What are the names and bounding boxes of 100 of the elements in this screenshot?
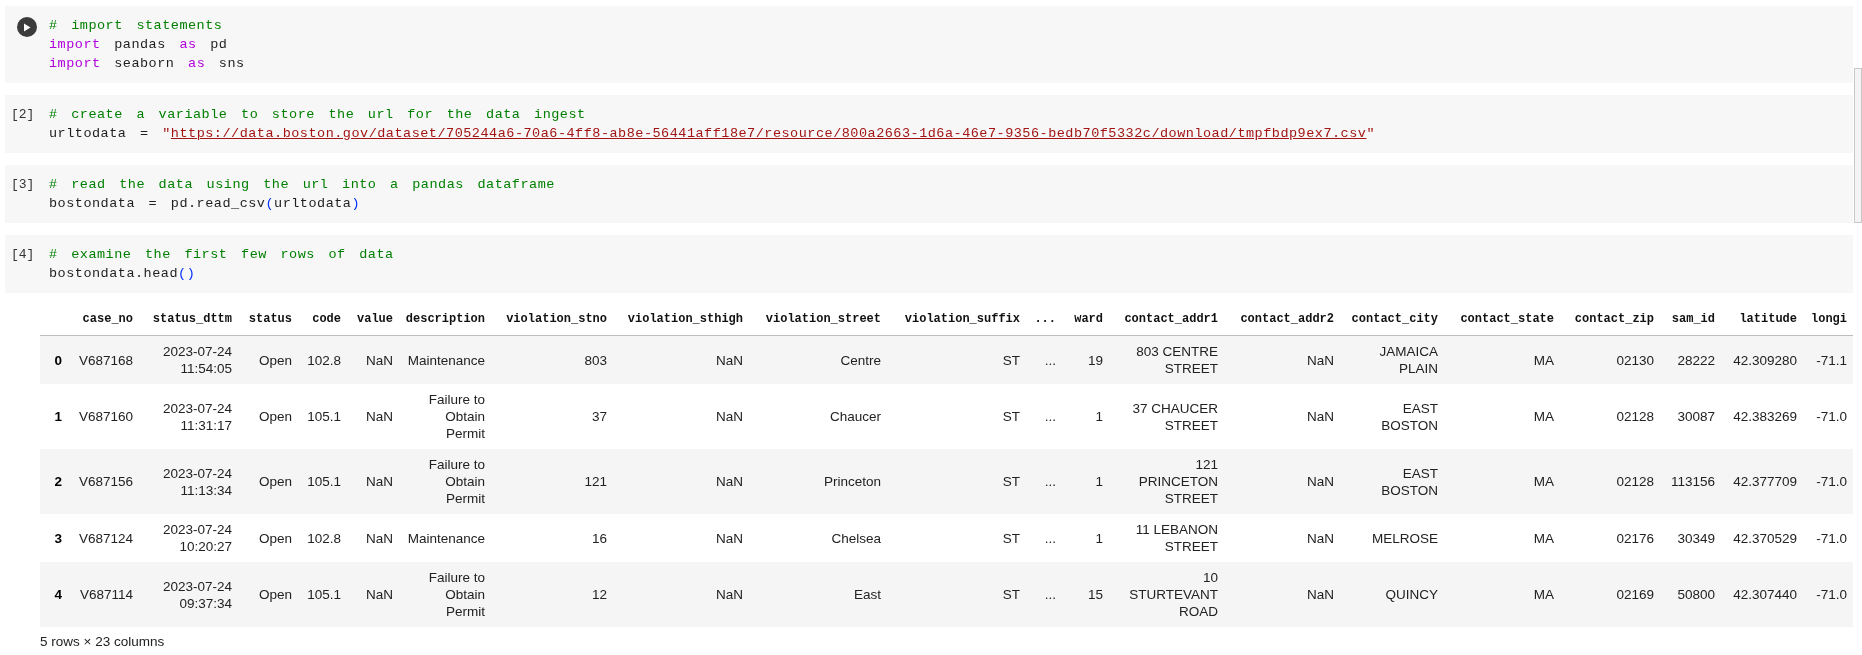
table-cell: -71.0 — [1803, 562, 1853, 627]
table-cell: 102.8 — [298, 335, 347, 384]
table-cell: NaN — [1224, 449, 1340, 514]
table-cell: EAST BOSTON — [1340, 384, 1444, 449]
run-button[interactable] — [17, 17, 37, 37]
table-cell: MA — [1444, 514, 1560, 562]
table-cell: 30087 — [1660, 384, 1721, 449]
table-cell: NaN — [613, 449, 749, 514]
table-cell: ... — [1026, 562, 1062, 627]
code-line: import pandas as pd — [49, 36, 229, 54]
table-cell: NaN — [347, 384, 399, 449]
table-cell: NaN — [1224, 384, 1340, 449]
table-cell: 16 — [491, 514, 613, 562]
table-cell: 02128 — [1560, 384, 1660, 449]
table-cell: NaN — [613, 562, 749, 627]
table-cell: MA — [1444, 449, 1560, 514]
table-cell: 12 — [491, 562, 613, 627]
table-cell: MA — [1444, 562, 1560, 627]
table-cell: 2023-07-24 09:37:34 — [139, 562, 238, 627]
column-header: contact_addr1 — [1109, 303, 1224, 336]
row-index: 3 — [40, 514, 68, 562]
table-cell: NaN — [1224, 514, 1340, 562]
table-cell: 105.1 — [298, 449, 347, 514]
table-cell: MELROSE — [1340, 514, 1444, 562]
table-cell: 803 CENTRE STREET — [1109, 335, 1224, 384]
play-icon — [23, 22, 31, 32]
table-cell: -71.0 — [1803, 514, 1853, 562]
table-cell: NaN — [613, 335, 749, 384]
table-cell: 121 PRINCETON STREET — [1109, 449, 1224, 514]
table-cell: Open — [238, 562, 298, 627]
code-cell[interactable]: [4] # examine the first few rows of data bostondata.head() — [5, 235, 1853, 293]
table-cell: Chelsea — [749, 514, 887, 562]
column-header: code — [298, 303, 347, 336]
column-header: status — [238, 303, 298, 336]
table-cell: V687168 — [68, 335, 139, 384]
table-cell: MA — [1444, 335, 1560, 384]
execution-count: [2] — [11, 106, 35, 124]
table-cell: -71.0 — [1803, 449, 1853, 514]
table-cell: 102.8 — [298, 514, 347, 562]
code-cell[interactable]: [3] # read the data using the url into a pandas dataframe bostondata = pd.read_csv(urltodata) — [5, 165, 1853, 223]
table-cell: NaN — [347, 562, 399, 627]
table-cell: East — [749, 562, 887, 627]
table-cell: V687160 — [68, 384, 139, 449]
table-cell: NaN — [347, 449, 399, 514]
table-cell: Failure to Obtain Permit — [399, 384, 491, 449]
table-cell: 10 STURTEVANT ROAD — [1109, 562, 1224, 627]
code-cell[interactable] — [5, 95, 1853, 153]
table-summary: 5 rows × 23 columns — [40, 633, 166, 651]
column-header: description — [399, 303, 491, 336]
table-cell: NaN — [613, 384, 749, 449]
table-cell: 37 — [491, 384, 613, 449]
table-cell: 1 — [1062, 514, 1109, 562]
table-cell: Princeton — [749, 449, 887, 514]
column-header: ... — [1026, 303, 1062, 336]
table-cell: ... — [1026, 514, 1062, 562]
table-cell: 42.309280 — [1721, 335, 1803, 384]
row-index: 2 — [40, 449, 68, 514]
table-cell: 42.377709 — [1721, 449, 1803, 514]
table-cell: 02176 — [1560, 514, 1660, 562]
code-cell[interactable]: # import statements import pandas as pd import seaborn as sns — [5, 6, 1853, 83]
code-line: bostondata = pd.read_csv(urltodata) — [49, 195, 362, 213]
column-header: contact_zip — [1560, 303, 1660, 336]
table-cell: ... — [1026, 384, 1062, 449]
table-cell: Open — [238, 514, 298, 562]
table-cell: V687114 — [68, 562, 139, 627]
table-cell: ST — [887, 384, 1026, 449]
code-line: # create a variable to store the url for the data ingest — [49, 106, 587, 124]
table-cell: 1 — [1062, 449, 1109, 514]
table-cell: 2023-07-24 11:54:05 — [139, 335, 238, 384]
table-cell: 105.1 — [298, 562, 347, 627]
column-header: violation_street — [749, 303, 887, 336]
table-cell: 803 — [491, 335, 613, 384]
table-cell: Failure to Obtain Permit — [399, 449, 491, 514]
table-cell: NaN — [347, 335, 399, 384]
url-link[interactable]: https://data.boston.gov/dataset/705244a6-70a6-4ff8-ab8e-56441aff18e7/resource/800a2663-1d6a-46e7-9356-bedb70f5332c/download/tmpfbdp9ex7.csv — [170, 126, 1367, 141]
column-header: violation_sthigh — [613, 303, 749, 336]
table-cell: ST — [887, 562, 1026, 627]
code-line: # examine the first few rows of data — [49, 246, 394, 264]
table-cell: Centre — [749, 335, 887, 384]
column-header: case_no — [68, 303, 139, 336]
table-cell: ... — [1026, 335, 1062, 384]
code-line: urltodata = "https://data.boston.gov/dataset/705244a6-70a6-4ff8-ab8e-56441aff18e7/resource/800a2663-1d6a-46e7-9356-bedb70f5332c/download/tmpfbdp9ex7.csv" — [49, 125, 1376, 143]
table-cell: MA — [1444, 384, 1560, 449]
scrollbar-thumb[interactable] — [1854, 68, 1862, 223]
table-cell: 02128 — [1560, 449, 1660, 514]
table-cell: NaN — [1224, 335, 1340, 384]
table-cell: 121 — [491, 449, 613, 514]
table-cell: 42.383269 — [1721, 384, 1803, 449]
table-cell: -71.1 — [1803, 335, 1853, 384]
table-cell: Open — [238, 449, 298, 514]
table-cell: 2023-07-24 11:13:34 — [139, 449, 238, 514]
table-cell: ... — [1026, 449, 1062, 514]
table-cell: 11 LEBANON STREET — [1109, 514, 1224, 562]
table-cell: 105.1 — [298, 384, 347, 449]
table-cell: 37 CHAUCER STREET — [1109, 384, 1224, 449]
table-cell: 42.370529 — [1721, 514, 1803, 562]
table-cell: ST — [887, 335, 1026, 384]
table-cell: Chaucer — [749, 384, 887, 449]
table-cell: 02130 — [1560, 335, 1660, 384]
table-cell: QUINCY — [1340, 562, 1444, 627]
